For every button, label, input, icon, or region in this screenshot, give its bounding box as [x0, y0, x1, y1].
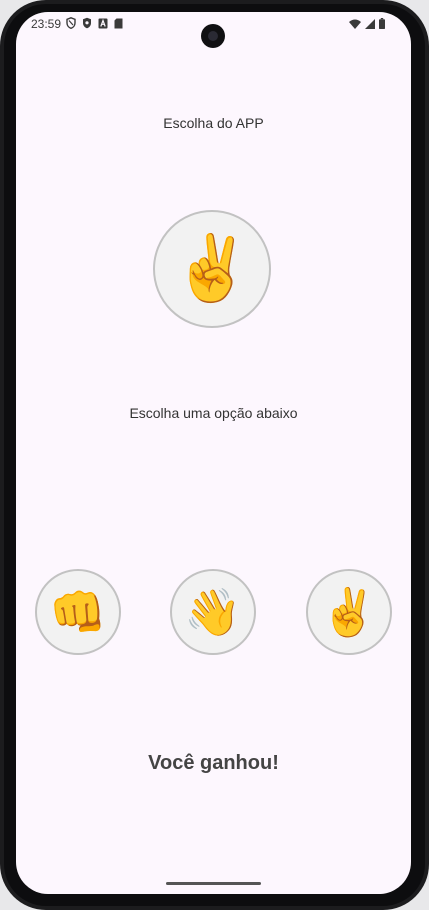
home-gesture-bar[interactable]: [166, 882, 261, 885]
victory-hand-icon: ✌️: [172, 232, 252, 306]
fist-icon: 👊: [49, 585, 107, 639]
sd-card-icon: [114, 18, 123, 28]
status-time: 23:59: [31, 17, 62, 31]
status-notification-icons: [66, 17, 123, 29]
choose-option-prompt: Escolha uma opção abaixo: [129, 405, 298, 421]
option-rock-button[interactable]: 👊: [35, 569, 121, 655]
phone-frame: 23:59 Escolha do APP ✌️ Escolha uma opçã…: [0, 0, 429, 910]
option-scissors-button[interactable]: ✌️: [306, 569, 392, 655]
victory-hand-icon: ✌️: [320, 585, 378, 639]
status-system-icons: [349, 18, 385, 29]
wifi-icon: [349, 19, 361, 29]
app-screen: 23:59 Escolha do APP ✌️ Escolha uma opçã…: [16, 12, 411, 894]
shield-icon: [83, 17, 91, 29]
result-text: Você ganhou!: [148, 752, 279, 774]
option-paper-button[interactable]: 👋: [170, 569, 256, 655]
app-choice-label: Escolha do APP: [163, 115, 264, 131]
shield-outline-icon: [66, 17, 76, 29]
battery-icon: [379, 18, 385, 29]
app-choice-image: ✌️: [153, 210, 271, 328]
a-box-icon: [98, 18, 108, 28]
open-hand-icon: 👋: [184, 585, 242, 639]
cell-signal-icon: [365, 18, 375, 29]
front-camera: [201, 24, 225, 48]
